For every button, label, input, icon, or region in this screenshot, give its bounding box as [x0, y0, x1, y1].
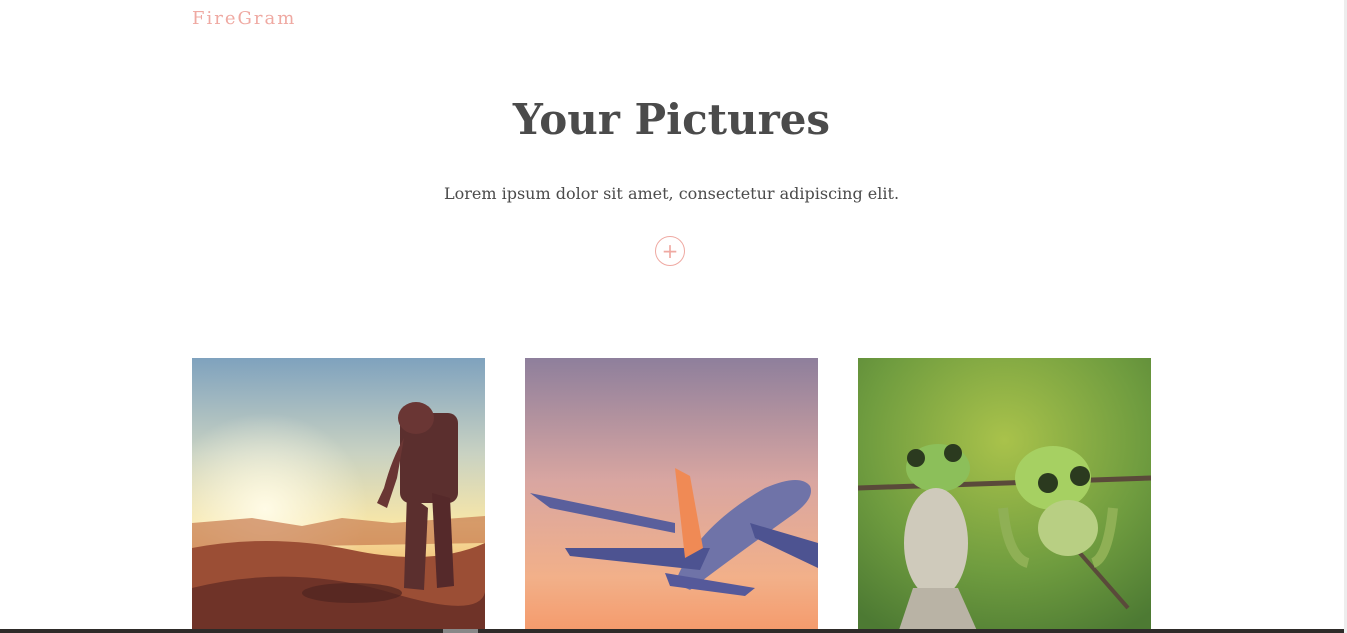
plus-icon: + [661, 239, 679, 263]
page-subtitle: Lorem ipsum dolor sit amet, consectetur … [443, 184, 900, 203]
page-title: Your Pictures [512, 95, 831, 144]
scrollbar-thumb[interactable] [443, 629, 478, 633]
upload-button[interactable]: + [655, 236, 685, 266]
gallery-image-frogs[interactable] [858, 358, 1151, 633]
page: FireGram Your Pictures Lorem ipsum dolor… [0, 0, 1347, 633]
gallery-image-airplane[interactable] [525, 358, 818, 633]
gallery-image-astronaut[interactable] [192, 358, 485, 633]
brand-logo[interactable]: FireGram [192, 8, 296, 29]
horizontal-scrollbar[interactable] [0, 629, 1344, 633]
